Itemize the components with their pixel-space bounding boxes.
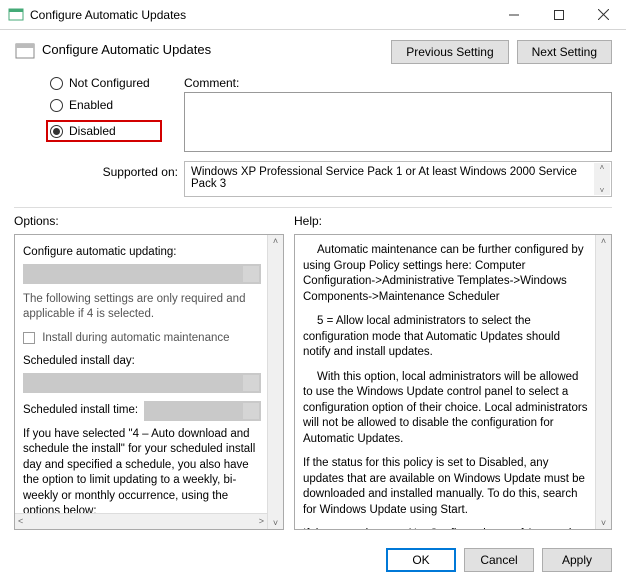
time-dropdown[interactable]	[144, 401, 261, 421]
supported-on-label: Supported on:	[56, 161, 184, 179]
help-p2: 5 = Allow local administrators to select…	[303, 314, 589, 361]
radio-not-configured[interactable]: Not Configured	[50, 76, 184, 90]
footer: OK Cancel Apply	[0, 538, 626, 582]
policy-icon	[14, 40, 36, 62]
supported-on-value: Windows XP Professional Service Pack 1 o…	[191, 166, 577, 190]
close-button[interactable]	[581, 0, 626, 30]
next-setting-button[interactable]: Next Setting	[517, 40, 612, 64]
comment-label: Comment:	[184, 76, 612, 90]
radio-icon	[50, 77, 63, 90]
day-dropdown[interactable]	[23, 373, 261, 393]
radio-icon	[50, 125, 63, 138]
day-label: Scheduled install day:	[23, 354, 261, 370]
minimize-button[interactable]	[491, 0, 536, 30]
scrollbar[interactable]: ˄˅	[594, 163, 610, 195]
radio-label: Disabled	[69, 124, 116, 138]
options-note: The following settings are only required…	[23, 292, 261, 323]
help-p5: If the status is set to Not Configured, …	[303, 527, 589, 530]
install-checkbox[interactable]	[23, 332, 35, 344]
page-title: Configure Automatic Updates	[42, 40, 391, 57]
scrollbar-horizontal[interactable]: ˂˃	[15, 513, 267, 529]
app-icon	[8, 7, 24, 23]
help-p1: Automatic maintenance can be further con…	[303, 243, 589, 305]
help-header: Help:	[294, 214, 612, 228]
window-title: Configure Automatic Updates	[30, 8, 491, 22]
configure-label: Configure automatic updating:	[23, 245, 261, 261]
previous-setting-button[interactable]: Previous Setting	[391, 40, 508, 64]
comment-input[interactable]	[184, 92, 612, 152]
time-label: Scheduled install time:	[23, 403, 138, 419]
supported-on-text: Windows XP Professional Service Pack 1 o…	[184, 161, 612, 197]
help-panel: Automatic maintenance can be further con…	[294, 234, 612, 530]
radio-disabled[interactable]: Disabled	[46, 120, 162, 142]
maximize-button[interactable]	[536, 0, 581, 30]
radio-label: Enabled	[69, 98, 113, 112]
radio-icon	[50, 99, 63, 112]
apply-button[interactable]: Apply	[542, 548, 612, 572]
install-checkbox-label: Install during automatic maintenance	[42, 332, 229, 344]
ok-button[interactable]: OK	[386, 548, 456, 572]
scrollbar-vertical[interactable]: ˄˅	[595, 235, 611, 529]
titlebar[interactable]: Configure Automatic Updates	[0, 0, 626, 30]
help-p3: With this option, local administrators w…	[303, 370, 589, 448]
cancel-button[interactable]: Cancel	[464, 548, 534, 572]
help-p4: If the status for this policy is set to …	[303, 456, 589, 518]
options-header: Options:	[14, 214, 284, 228]
configure-dropdown[interactable]	[23, 264, 261, 284]
radio-label: Not Configured	[69, 76, 150, 90]
options-note2: If you have selected "4 – Auto download …	[23, 427, 261, 520]
options-panel: Configure automatic updating: The follow…	[14, 234, 284, 530]
divider	[14, 207, 612, 208]
radio-enabled[interactable]: Enabled	[50, 98, 184, 112]
scrollbar-vertical[interactable]: ˄˅	[267, 235, 283, 529]
